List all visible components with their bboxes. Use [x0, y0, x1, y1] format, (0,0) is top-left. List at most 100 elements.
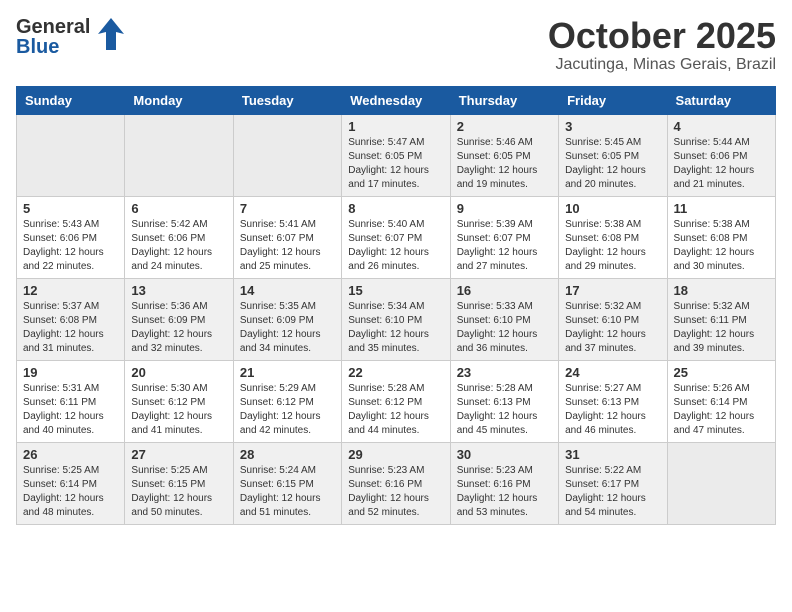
weekday-header-friday: Friday	[559, 86, 667, 114]
day-info: Sunrise: 5:38 AM Sunset: 6:08 PM Dayligh…	[565, 218, 660, 274]
day-number: 21	[240, 365, 335, 380]
calendar-cell: 25 Sunrise: 5:26 AM Sunset: 6:14 PM Dayli…	[667, 360, 775, 442]
title-block: October 2025 Jacutinga, Minas Gerais, Br…	[548, 16, 776, 74]
weekday-header-wednesday: Wednesday	[342, 86, 450, 114]
day-number: 25	[674, 365, 769, 380]
calendar-cell	[667, 442, 775, 524]
day-number: 24	[565, 365, 660, 380]
calendar-cell	[233, 114, 341, 196]
day-info: Sunrise: 5:46 AM Sunset: 6:05 PM Dayligh…	[457, 136, 552, 192]
day-number: 11	[674, 201, 769, 216]
calendar-cell: 19Sunrise: 5:31 AM Sunset: 6:11 PM Dayli…	[17, 360, 125, 442]
calendar-week-row: 19Sunrise: 5:31 AM Sunset: 6:11 PM Dayli…	[17, 360, 776, 442]
day-info: Sunrise: 5:44 AM Sunset: 6:06 PM Dayligh…	[674, 136, 769, 192]
day-info: Sunrise: 5:47 AM Sunset: 6:05 PM Dayligh…	[348, 136, 443, 192]
day-info: Sunrise: 5:32 AM Sunset: 6:11 PM Dayligh…	[674, 300, 769, 356]
weekday-header-sunday: Sunday	[17, 86, 125, 114]
day-number: 7	[240, 201, 335, 216]
calendar-cell: 27Sunrise: 5:25 AM Sunset: 6:15 PM Dayli…	[125, 442, 233, 524]
day-info: Sunrise: 5:45 AM Sunset: 6:05 PM Dayligh…	[565, 136, 660, 192]
day-info: Sunrise: 5:25 AM Sunset: 6:15 PM Dayligh…	[131, 464, 226, 520]
day-number: 28	[240, 447, 335, 462]
day-info: Sunrise: 5:39 AM Sunset: 6:07 PM Dayligh…	[457, 218, 552, 274]
calendar-cell: 20Sunrise: 5:30 AM Sunset: 6:12 PM Dayli…	[125, 360, 233, 442]
day-number: 1	[348, 119, 443, 134]
weekday-header-thursday: Thursday	[450, 86, 558, 114]
day-number: 30	[457, 447, 552, 462]
logo-bird-icon	[96, 16, 126, 57]
location: Jacutinga, Minas Gerais, Brazil	[548, 56, 776, 74]
day-info: Sunrise: 5:36 AM Sunset: 6:09 PM Dayligh…	[131, 300, 226, 356]
weekday-header-monday: Monday	[125, 86, 233, 114]
day-number: 19	[23, 365, 118, 380]
day-number: 4	[674, 119, 769, 134]
day-number: 31	[565, 447, 660, 462]
day-info: Sunrise: 5:40 AM Sunset: 6:07 PM Dayligh…	[348, 218, 443, 274]
calendar-cell: 13 Sunrise: 5:36 AM Sunset: 6:09 PM Dayli…	[125, 278, 233, 360]
calendar-cell: 16 Sunrise: 5:33 AM Sunset: 6:10 PM Dayli…	[450, 278, 558, 360]
day-info: Sunrise: 5:37 AM Sunset: 6:08 PM Dayligh…	[23, 300, 118, 356]
day-number: 15	[348, 283, 443, 298]
calendar-cell: 31 Sunrise: 5:22 AM Sunset: 6:17 PM Dayli…	[559, 442, 667, 524]
day-info: Sunrise: 5:24 AM Sunset: 6:15 PM Dayligh…	[240, 464, 335, 520]
day-info: Sunrise: 5:28 AM Sunset: 6:13 PM Dayligh…	[457, 382, 552, 438]
calendar-cell: 24 Sunrise: 5:27 AM Sunset: 6:13 PM Dayli…	[559, 360, 667, 442]
calendar-cell: 10Sunrise: 5:38 AM Sunset: 6:08 PM Dayli…	[559, 196, 667, 278]
logo: General Blue	[16, 16, 126, 57]
month-title: October 2025	[548, 16, 776, 56]
day-info: Sunrise: 5:23 AM Sunset: 6:16 PM Dayligh…	[457, 464, 552, 520]
day-info: Sunrise: 5:38 AM Sunset: 6:08 PM Dayligh…	[674, 218, 769, 274]
day-number: 18	[674, 283, 769, 298]
day-number: 12	[23, 283, 118, 298]
day-number: 17	[565, 283, 660, 298]
calendar-cell: 5 Sunrise: 5:43 AM Sunset: 6:06 PM Daylig…	[17, 196, 125, 278]
calendar-cell: 8Sunrise: 5:40 AM Sunset: 6:07 PM Daylig…	[342, 196, 450, 278]
calendar-cell: 15 Sunrise: 5:34 AM Sunset: 6:10 PM Dayli…	[342, 278, 450, 360]
calendar-cell: 21Sunrise: 5:29 AM Sunset: 6:12 PM Dayli…	[233, 360, 341, 442]
calendar-cell: 6Sunrise: 5:42 AM Sunset: 6:06 PM Daylig…	[125, 196, 233, 278]
calendar-table: SundayMondayTuesdayWednesdayThursdayFrid…	[16, 86, 776, 525]
day-number: 3	[565, 119, 660, 134]
day-number: 16	[457, 283, 552, 298]
day-number: 5	[23, 201, 118, 216]
day-info: Sunrise: 5:26 AM Sunset: 6:14 PM Dayligh…	[674, 382, 769, 438]
day-info: Sunrise: 5:25 AM Sunset: 6:14 PM Dayligh…	[23, 464, 118, 520]
calendar-cell: 3 Sunrise: 5:45 AM Sunset: 6:05 PM Daylig…	[559, 114, 667, 196]
day-info: Sunrise: 5:27 AM Sunset: 6:13 PM Dayligh…	[565, 382, 660, 438]
day-info: Sunrise: 5:34 AM Sunset: 6:10 PM Dayligh…	[348, 300, 443, 356]
calendar-cell	[17, 114, 125, 196]
day-number: 14	[240, 283, 335, 298]
calendar-cell: 14Sunrise: 5:35 AM Sunset: 6:09 PM Dayli…	[233, 278, 341, 360]
calendar-cell: 2Sunrise: 5:46 AM Sunset: 6:05 PM Daylig…	[450, 114, 558, 196]
logo-blue: Blue	[16, 37, 90, 57]
day-number: 20	[131, 365, 226, 380]
calendar-cell: 17 Sunrise: 5:32 AM Sunset: 6:10 PM Dayli…	[559, 278, 667, 360]
day-info: Sunrise: 5:41 AM Sunset: 6:07 PM Dayligh…	[240, 218, 335, 274]
weekday-header-saturday: Saturday	[667, 86, 775, 114]
calendar-cell: 29Sunrise: 5:23 AM Sunset: 6:16 PM Dayli…	[342, 442, 450, 524]
day-number: 9	[457, 201, 552, 216]
calendar-week-row: 12 Sunrise: 5:37 AM Sunset: 6:08 PM Dayli…	[17, 278, 776, 360]
day-info: Sunrise: 5:33 AM Sunset: 6:10 PM Dayligh…	[457, 300, 552, 356]
day-number: 13	[131, 283, 226, 298]
calendar-cell: 7 Sunrise: 5:41 AM Sunset: 6:07 PM Daylig…	[233, 196, 341, 278]
day-info: Sunrise: 5:32 AM Sunset: 6:10 PM Dayligh…	[565, 300, 660, 356]
calendar-cell: 28 Sunrise: 5:24 AM Sunset: 6:15 PM Dayli…	[233, 442, 341, 524]
weekday-header-tuesday: Tuesday	[233, 86, 341, 114]
day-number: 6	[131, 201, 226, 216]
calendar-week-row: 5 Sunrise: 5:43 AM Sunset: 6:06 PM Daylig…	[17, 196, 776, 278]
calendar-cell: 11 Sunrise: 5:38 AM Sunset: 6:08 PM Dayli…	[667, 196, 775, 278]
day-info: Sunrise: 5:28 AM Sunset: 6:12 PM Dayligh…	[348, 382, 443, 438]
day-number: 22	[348, 365, 443, 380]
day-info: Sunrise: 5:22 AM Sunset: 6:17 PM Dayligh…	[565, 464, 660, 520]
calendar-cell: 22 Sunrise: 5:28 AM Sunset: 6:12 PM Dayli…	[342, 360, 450, 442]
day-info: Sunrise: 5:43 AM Sunset: 6:06 PM Dayligh…	[23, 218, 118, 274]
logo-general: General	[16, 17, 90, 37]
calendar-cell: 30 Sunrise: 5:23 AM Sunset: 6:16 PM Dayli…	[450, 442, 558, 524]
calendar-cell: 1 Sunrise: 5:47 AM Sunset: 6:05 PM Daylig…	[342, 114, 450, 196]
calendar-cell: 12 Sunrise: 5:37 AM Sunset: 6:08 PM Dayli…	[17, 278, 125, 360]
calendar-week-row: 26Sunrise: 5:25 AM Sunset: 6:14 PM Dayli…	[17, 442, 776, 524]
calendar-cell: 18 Sunrise: 5:32 AM Sunset: 6:11 PM Dayli…	[667, 278, 775, 360]
page-header: General Blue October 2025 Jacutinga, Min…	[16, 16, 776, 74]
calendar-cell: 4 Sunrise: 5:44 AM Sunset: 6:06 PM Daylig…	[667, 114, 775, 196]
